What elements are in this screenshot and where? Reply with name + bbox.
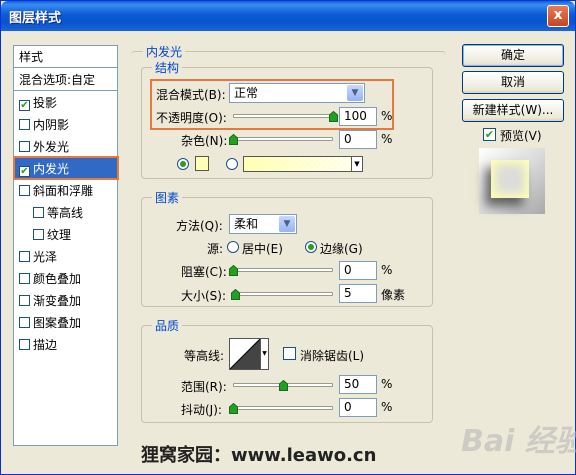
anti-alias-label[interactable]: 消除锯齿(L) [300,347,364,364]
noise-label: 杂色(N): [181,134,228,148]
style-item-label: 斜面和浮雕 [33,184,94,198]
size-input[interactable]: 5 [339,284,377,303]
title-bar[interactable]: 图层样式 x [1,1,575,31]
style-item[interactable]: 描边 [14,334,117,356]
style-item[interactable]: 内阴影 [14,114,117,136]
glow-color-swatch[interactable] [195,156,209,171]
source-edge-radio[interactable] [305,241,317,253]
noise-input[interactable]: 0 [339,130,377,149]
checkbox-icon[interactable] [19,295,30,306]
size-label: 大小(S): [181,289,227,303]
chevron-down-icon[interactable]: ▼ [260,339,268,369]
layer-style-dialog: 图层样式 x 样式 混合选项:自定 ✔ 投影 内阴影 外发光 ✔ 内发光 斜面和浮雕 等高线纹… [0,0,576,475]
style-item-label: 描边 [33,338,58,352]
style-item[interactable]: 光泽 [14,246,117,268]
checkbox-icon[interactable] [19,339,30,350]
close-button[interactable]: x [547,5,569,27]
new-style-button[interactable]: 新建样式(W)... [462,99,564,122]
choke-slider-track[interactable] [233,268,333,272]
gradient-picker[interactable] [243,156,361,172]
watermark-text: 狸窝家园：www.leawo.cn [141,445,377,466]
style-item-label: 光泽 [33,250,58,264]
method-select[interactable]: 柔和 ▼ [229,214,297,234]
choke-input[interactable]: 0 [339,261,377,280]
cancel-button[interactable]: 取消 [462,71,564,94]
size-slider-track[interactable] [233,292,333,296]
checkbox-icon[interactable] [33,229,44,240]
style-item-label: 渐变叠加 [33,294,82,308]
size-unit: 像素 [381,288,406,302]
styles-list-panel: 样式 混合选项:自定 ✔ 投影 内阴影 外发光 ✔ 内发光 斜面和浮雕 等高线 纹理 光泽 颜色叠加… [13,45,118,446]
contour-label: 等高线: [184,349,225,363]
style-item[interactable]: 斜面和浮雕 [14,180,117,202]
styles-header[interactable]: 样式 [14,46,117,68]
section-title: 内发光 [143,43,186,60]
checkbox-icon[interactable] [19,317,30,328]
noise-slider-track[interactable] [233,137,333,141]
window-title: 图层样式 [9,11,62,26]
noise-percent: % [381,132,393,146]
style-item-label: 外发光 [33,140,70,154]
jitter-slider-track[interactable] [233,406,333,410]
range-input[interactable]: 50 [339,375,377,394]
solid-color-radio[interactable] [177,158,189,170]
blend-options-item[interactable]: 混合选项:自定 [14,69,117,91]
style-item[interactable]: 纹理 [14,224,117,246]
method-value: 柔和 [234,217,259,231]
style-item[interactable]: 图案叠加 [14,312,117,334]
choke-slider-thumb[interactable] [229,265,238,276]
style-item-label: 投影 [33,96,58,110]
method-label: 方法(Q): [176,219,223,233]
source-center-radio[interactable] [227,241,239,253]
style-item-label: 图案叠加 [33,316,82,330]
style-item[interactable]: 等高线 [14,202,117,224]
structure-title: 结构 [152,59,183,76]
style-item-label: 等高线 [47,206,84,220]
chevron-down-icon[interactable]: ▼ [351,156,363,172]
preview-label[interactable]: 预览(V) [500,127,542,144]
checkbox-icon[interactable] [19,273,30,284]
ok-button[interactable]: 确定 [462,44,564,67]
jitter-percent: % [381,400,393,414]
choke-percent: % [381,263,393,277]
choke-label: 阻塞(C): [181,265,227,279]
range-label: 范围(R): [181,380,227,394]
noise-slider-thumb[interactable] [229,134,238,145]
quality-title: 品质 [152,317,183,334]
checkbox-icon[interactable] [19,119,30,130]
source-label: 源: [207,242,224,256]
elements-title: 图素 [152,189,183,206]
preview-checkbox[interactable]: ✔ [483,128,496,141]
source-center-label[interactable]: 居中(E) [242,240,283,257]
annotation-highlight [150,79,394,130]
jitter-input[interactable]: 0 [339,398,377,417]
jitter-label: 抖动(J): [181,403,222,417]
size-slider-thumb[interactable] [231,289,240,300]
style-preview [479,148,545,214]
source-edge-label[interactable]: 边缘(G) [320,240,363,257]
style-item[interactable]: 外发光 [14,136,117,158]
style-item[interactable]: ✔ 投影 [14,92,117,114]
style-item-label: 内阴影 [33,118,70,132]
range-slider-thumb[interactable] [279,380,288,391]
contour-picker[interactable]: ▼ [229,338,269,370]
style-item-label: 纹理 [47,228,72,242]
gradient-radio[interactable] [226,158,238,170]
preview-square [491,160,529,198]
jitter-slider-thumb[interactable] [229,403,238,414]
style-item[interactable]: 渐变叠加 [14,290,117,312]
chevron-down-icon: ▼ [279,216,295,232]
anti-alias-checkbox[interactable] [283,347,296,360]
style-item[interactable]: 颜色叠加 [14,268,117,290]
selected-item-highlight [13,156,119,180]
checkbox-checked-icon[interactable]: ✔ [19,100,30,111]
checkbox-icon[interactable] [19,251,30,262]
checkbox-icon[interactable] [19,185,30,196]
checkbox-icon[interactable] [33,207,44,218]
style-item-label: 颜色叠加 [33,272,82,286]
checkbox-icon[interactable] [19,141,30,152]
range-percent: % [381,377,393,391]
baidu-watermark-logo: Bai 经验 [461,424,576,459]
